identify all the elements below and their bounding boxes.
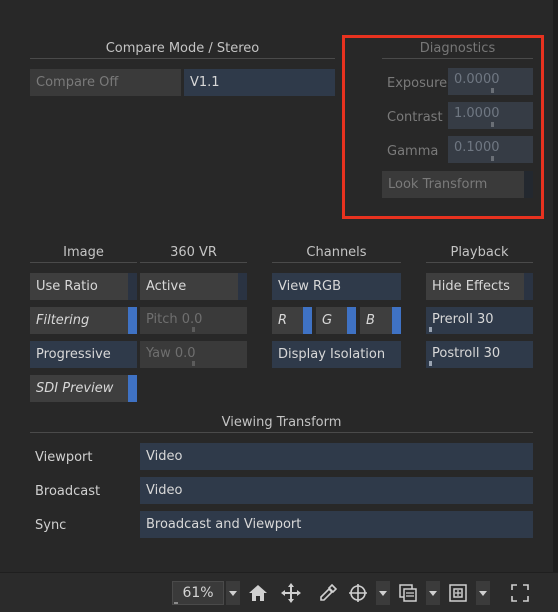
pitch-slider-handle	[192, 327, 195, 332]
display-isolation-button[interactable]: Display Isolation	[272, 341, 401, 368]
channel-r-toggle[interactable]: R	[272, 307, 312, 334]
hide-effects-toggle[interactable]: Hide Effects	[426, 273, 533, 300]
move-icon[interactable]	[279, 581, 303, 605]
viewing-transform-section-title: Viewing Transform	[30, 415, 533, 433]
yaw-field[interactable]: Yaw 0.0	[140, 341, 247, 368]
image-section-title: Image	[30, 245, 137, 263]
stereo-version-dropdown[interactable]: V1.1	[184, 69, 335, 96]
viewport-transform-dropdown[interactable]: Video	[140, 443, 533, 470]
use-ratio-label: Use Ratio	[36, 279, 98, 294]
channel-g-toggle[interactable]: G	[316, 307, 356, 334]
eyedropper-icon[interactable]	[316, 581, 340, 605]
filtering-toggle[interactable]: Filtering	[30, 307, 137, 334]
channel-g-indicator	[347, 307, 356, 334]
zoom-level-field[interactable]: 61%	[172, 581, 224, 605]
vr-active-label: Active	[146, 279, 187, 294]
vr-active-indicator	[238, 273, 247, 300]
sync-dropdown[interactable]: Broadcast and Viewport	[140, 511, 533, 538]
vr-section-title: 360 VR	[140, 245, 247, 263]
frame-dropdown-caret[interactable]	[476, 581, 490, 605]
sdi-preview-label: SDI Preview	[36, 381, 114, 396]
vr-active-toggle[interactable]: Active	[140, 273, 247, 300]
channel-g-label: G	[322, 313, 333, 328]
filtering-indicator	[128, 307, 137, 334]
crosshair-icon[interactable]	[346, 581, 370, 605]
layers-icon[interactable]	[396, 581, 420, 605]
viewer-toolbar: 61%	[0, 572, 558, 612]
yaw-slider-handle	[192, 361, 195, 366]
channel-r-indicator	[303, 307, 312, 334]
hide-effects-indicator	[524, 273, 533, 300]
crosshair-dropdown-caret[interactable]	[376, 581, 390, 605]
sync-label: Sync	[35, 518, 67, 533]
diagnostics-highlight-box	[342, 35, 544, 219]
channels-section-title: Channels	[272, 245, 401, 263]
preroll-slider-handle	[429, 327, 432, 332]
preroll-value: Preroll 30	[432, 312, 494, 327]
compare-section-title: Compare Mode / Stereo	[30, 41, 335, 59]
progressive-button[interactable]: Progressive	[30, 341, 137, 368]
postroll-value: Postroll 30	[432, 346, 501, 361]
postroll-slider-handle	[429, 361, 432, 366]
viewport-label: Viewport	[35, 450, 93, 465]
sdi-preview-indicator	[128, 375, 137, 402]
postroll-field[interactable]: Postroll 30	[426, 341, 533, 368]
pitch-field[interactable]: Pitch 0.0	[140, 307, 247, 334]
zoom-dropdown-caret[interactable]	[226, 581, 240, 605]
filtering-label: Filtering	[36, 313, 90, 328]
channel-b-indicator	[392, 307, 401, 334]
playback-section-title: Playback	[426, 245, 533, 263]
use-ratio-toggle[interactable]: Use Ratio	[30, 273, 137, 300]
panel-edge	[553, 0, 558, 572]
sdi-preview-toggle[interactable]: SDI Preview	[30, 375, 137, 402]
fullscreen-icon[interactable]	[508, 581, 532, 605]
preroll-field[interactable]: Preroll 30	[426, 307, 533, 334]
progressive-label: Progressive	[36, 347, 111, 362]
view-rgb-dropdown[interactable]: View RGB	[272, 273, 401, 300]
frame-icon[interactable]	[446, 581, 470, 605]
layers-dropdown-caret[interactable]	[426, 581, 440, 605]
broadcast-label: Broadcast	[35, 484, 101, 499]
broadcast-transform-dropdown[interactable]: Video	[140, 477, 533, 504]
channel-b-toggle[interactable]: B	[360, 307, 401, 334]
yaw-value: Yaw 0.0	[146, 346, 196, 361]
home-icon[interactable]	[246, 581, 270, 605]
zoom-slider-handle	[174, 602, 178, 604]
compare-mode-dropdown[interactable]: Compare Off	[30, 69, 181, 96]
use-ratio-indicator	[128, 273, 137, 300]
pitch-value: Pitch 0.0	[146, 312, 203, 327]
channel-r-label: R	[278, 313, 288, 328]
channel-b-label: B	[366, 313, 375, 328]
hide-effects-label: Hide Effects	[432, 279, 510, 294]
